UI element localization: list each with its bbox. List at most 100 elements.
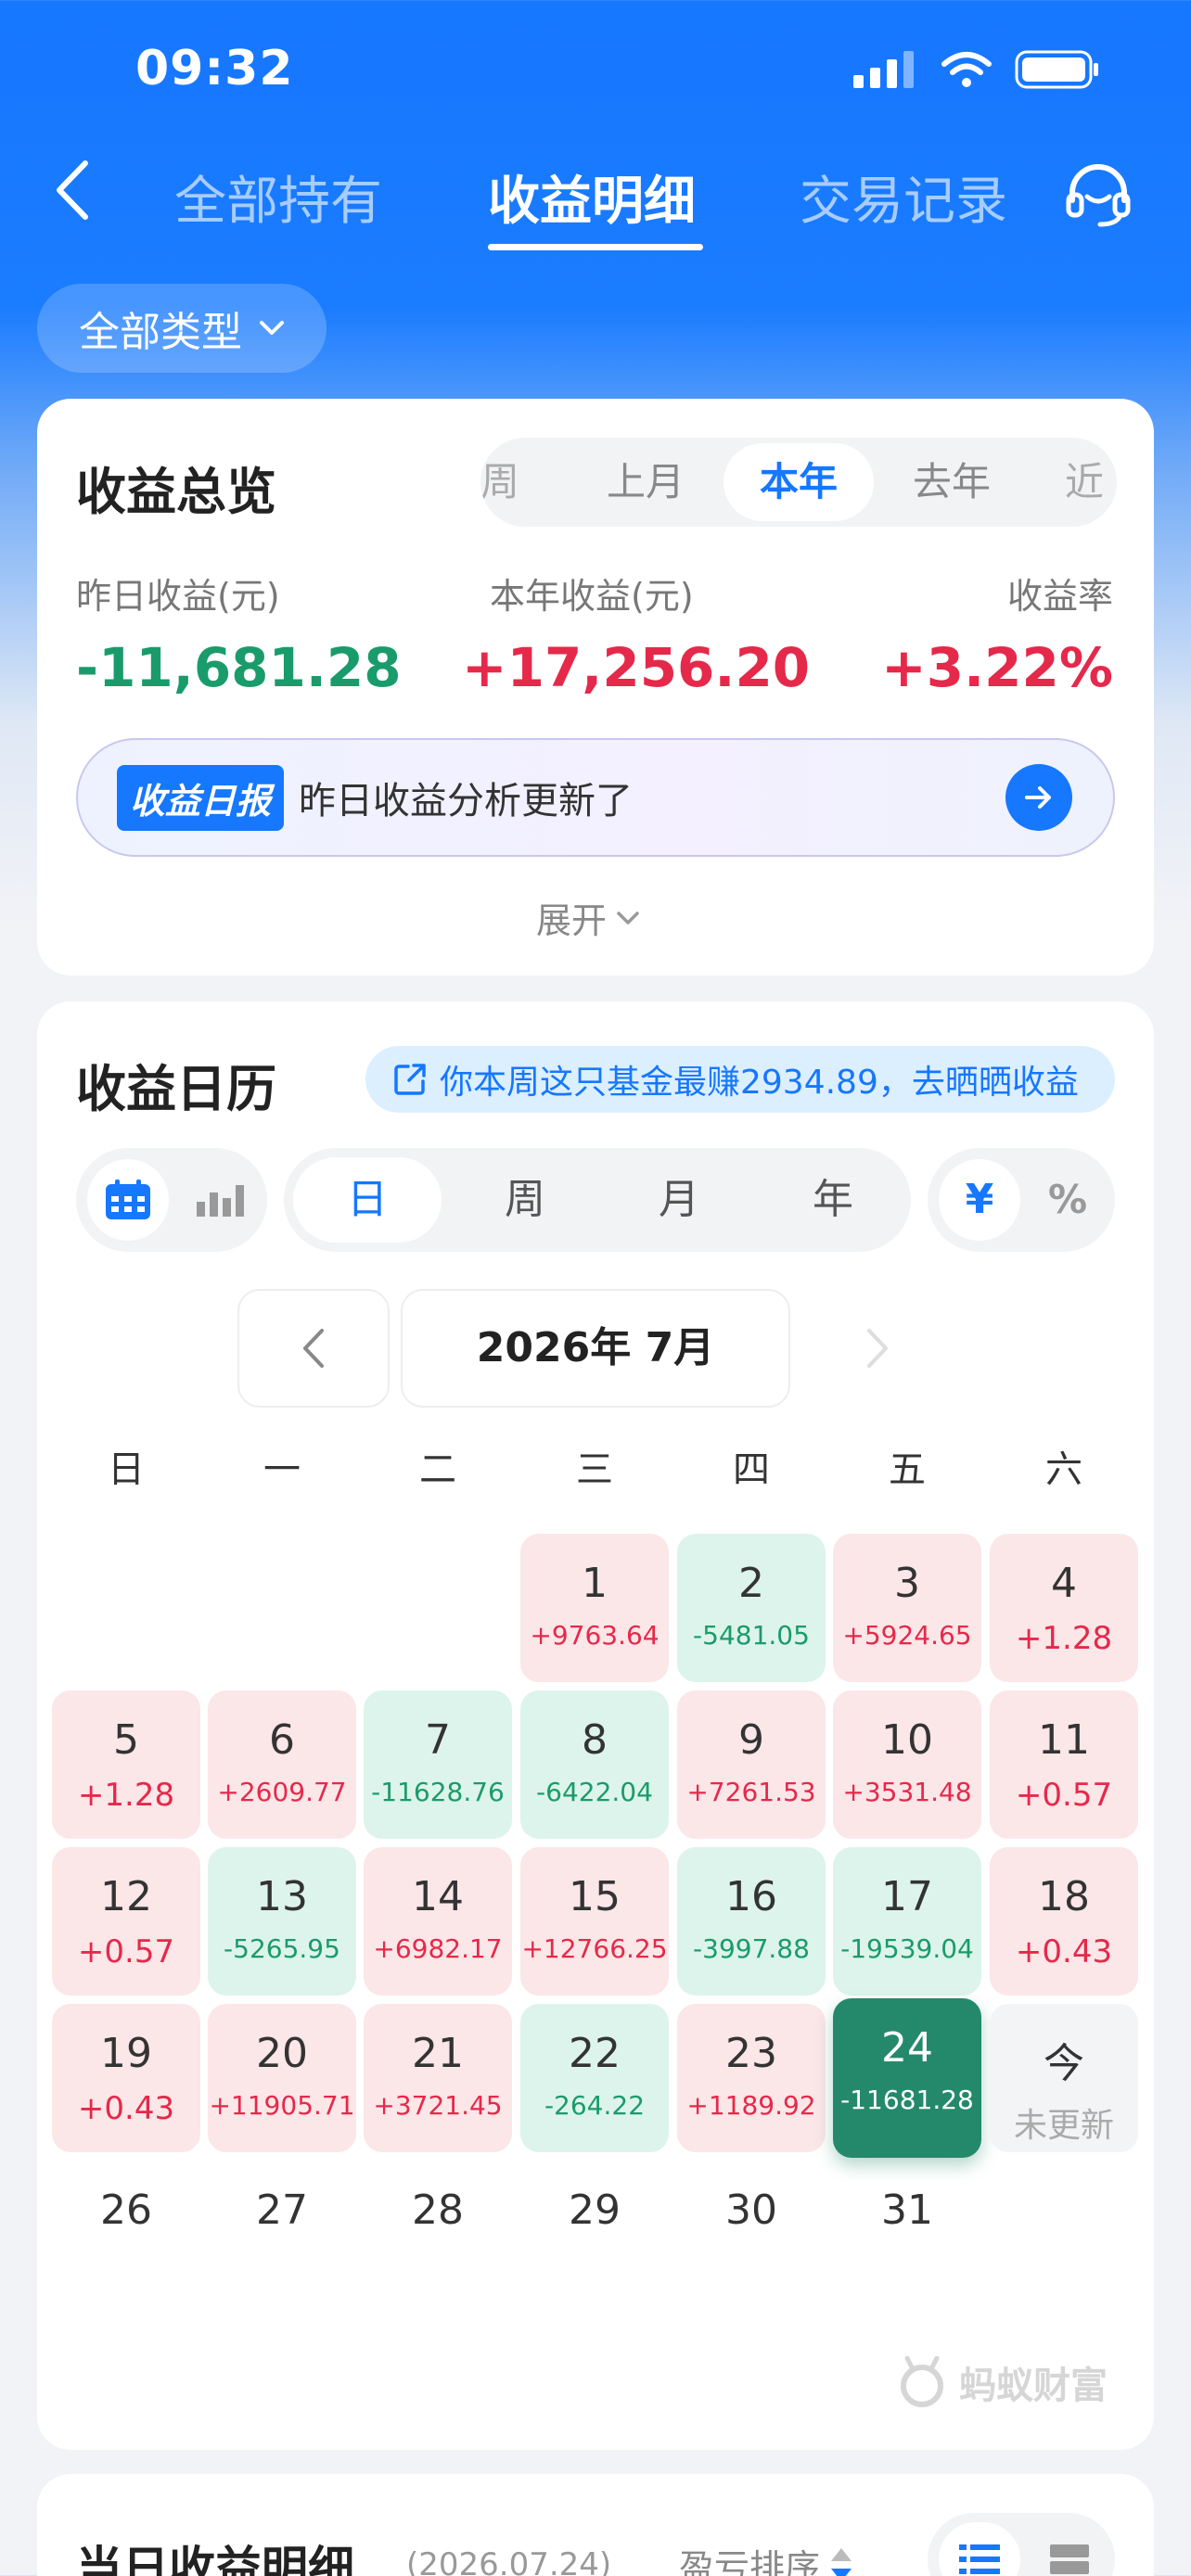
- calendar-day-number: 8: [582, 1716, 608, 1764]
- chart-view-button[interactable]: [187, 1159, 252, 1241]
- calendar-day-cell[interactable]: 5 +1.28: [52, 1690, 200, 1839]
- period-recent[interactable]: 近一: [1065, 438, 1117, 527]
- calendar-day-number: 31: [881, 2187, 933, 2234]
- calendar-day-number: 26: [100, 2187, 152, 2234]
- calendar-day-cell: 28: [364, 2161, 512, 2309]
- calendar-day-value: +1.28: [1015, 1620, 1113, 1657]
- unit-amount-button[interactable]: ¥: [939, 1159, 1020, 1241]
- calendar-day-cell[interactable]: 19 +0.43: [52, 2004, 200, 2152]
- calendar-day-value: +3531.48: [842, 1777, 972, 1807]
- calendar-day-cell[interactable]: 2 -5481.05: [677, 1534, 826, 1682]
- calendar-day-number: 1: [582, 1560, 608, 1607]
- daily-report-tag: 收益日报: [117, 764, 285, 831]
- calendar-day-number: 12: [100, 1873, 152, 1920]
- calendar-day-value: +0.57: [77, 1933, 175, 1970]
- calendar-day-cell[interactable]: 23 +1189.92: [677, 2004, 826, 2152]
- calendar-day-cell[interactable]: 4 +1.28: [990, 1534, 1138, 1682]
- calendar-day-cell[interactable]: 24 -11681.28: [833, 1998, 981, 2158]
- period-last-year[interactable]: 去年: [913, 438, 991, 527]
- overview-title: 收益总览: [76, 463, 276, 521]
- calendar-day-cell[interactable]: 8 -6422.04: [520, 1690, 669, 1839]
- period-week[interactable]: 周: [480, 438, 519, 527]
- granularity-year[interactable]: 年: [759, 1148, 907, 1252]
- sort-button[interactable]: 盈亏排序: [679, 2539, 855, 2576]
- calendar-day-cell[interactable]: 1 +9763.64: [520, 1534, 669, 1682]
- calendar-day-number: 7: [425, 1716, 451, 1764]
- chevron-down-icon: [617, 911, 639, 925]
- weekday-wed: 三: [576, 1448, 613, 1491]
- calendar-day-value: +9763.64: [530, 1620, 660, 1651]
- calendar-day-cell[interactable]: 11 +0.57: [990, 1690, 1138, 1839]
- calendar-day-cell[interactable]: 13 -5265.95: [208, 1847, 356, 1996]
- calendar-day-cell: 26: [52, 2161, 200, 2309]
- tab-transactions[interactable]: 交易记录: [800, 159, 1007, 235]
- profit-rate-value: +3.22%: [881, 636, 1113, 699]
- weekday-tue: 二: [419, 1448, 456, 1491]
- calendar-day-cell[interactable]: 14 +6982.17: [364, 1847, 512, 1996]
- calendar-view-button[interactable]: [87, 1159, 169, 1241]
- calendar-day-number: 20: [256, 2030, 308, 2077]
- calendar-day-cell[interactable]: 10 +3531.48: [833, 1690, 981, 1839]
- calendar-day-cell[interactable]: 16 -3997.88: [677, 1847, 826, 1996]
- headset-icon: [1066, 164, 1131, 227]
- calendar-day-cell[interactable]: 21 +3721.45: [364, 2004, 512, 2152]
- list-view-button[interactable]: [939, 2522, 1020, 2576]
- customer-service-button[interactable]: [1063, 159, 1133, 230]
- calendar-day-value: -5265.95: [224, 1933, 340, 1964]
- period-last-month[interactable]: 上月: [607, 438, 685, 527]
- back-button[interactable]: [50, 158, 96, 223]
- expand-button[interactable]: 展开: [536, 892, 640, 943]
- calendar-day-value: +1.28: [77, 1777, 175, 1814]
- chevron-left-icon: [303, 1329, 324, 1368]
- calendar-day-cell[interactable]: 17 -19539.04: [833, 1847, 981, 1996]
- calendar-day-number: 23: [725, 2030, 777, 2077]
- calendar-day-number: 今: [1044, 2040, 1084, 2087]
- card-view-button[interactable]: [1035, 2522, 1104, 2576]
- next-month-button[interactable]: [801, 1289, 954, 1408]
- prev-month-button[interactable]: [237, 1289, 390, 1408]
- calendar-day-value: +1189.92: [686, 2090, 816, 2121]
- calendar-day-value: +11905.71: [209, 2090, 355, 2121]
- granularity-day[interactable]: 日: [293, 1157, 442, 1243]
- calendar-day-number: 24: [881, 2024, 933, 2072]
- calendar-day-cell[interactable]: 今未更新: [990, 2004, 1138, 2152]
- weekday-fri: 五: [889, 1448, 926, 1491]
- arrow-right-icon[interactable]: [1005, 764, 1072, 831]
- tab-profit-detail[interactable]: 收益明细: [488, 159, 696, 235]
- calendar-day-cell[interactable]: 22 -264.22: [520, 2004, 669, 2152]
- calendar-day-cell[interactable]: 9 +7261.53: [677, 1690, 826, 1839]
- calendar-day-value: -264.22: [544, 2090, 646, 2121]
- signal-icon: [853, 51, 914, 88]
- calendar-day-cell[interactable]: 20 +11905.71: [208, 2004, 356, 2152]
- calendar-day-value: +2609.77: [217, 1777, 347, 1807]
- daily-report-banner[interactable]: 收益日报 昨日收益分析更新了: [76, 738, 1115, 857]
- calendar-day-number: 10: [881, 1716, 933, 1764]
- calendar-day-number: 2: [738, 1560, 764, 1607]
- period-this-year[interactable]: 本年: [724, 443, 874, 521]
- granularity-week[interactable]: 周: [451, 1148, 599, 1252]
- calendar-day-cell[interactable]: 3 +5924.65: [833, 1534, 981, 1682]
- ant-logo-icon: [901, 2356, 943, 2407]
- calendar-day-cell[interactable]: 18 +0.43: [990, 1847, 1138, 1996]
- calendar-day-value: 未更新: [1013, 2107, 1114, 2145]
- calendar-day-number: 5: [113, 1716, 139, 1764]
- calendar-day-value: -6422.04: [536, 1777, 653, 1807]
- daily-detail-date: (2026.07.24): [406, 2546, 612, 2576]
- calendar-day-cell: 30: [677, 2161, 826, 2309]
- calendar-day-number: 9: [738, 1716, 764, 1764]
- granularity-month[interactable]: 月: [605, 1148, 753, 1252]
- calendar-day-cell[interactable]: 15 +12766.25: [520, 1847, 669, 1996]
- calendar-day-cell[interactable]: 6 +2609.77: [208, 1690, 356, 1839]
- calendar-day-value: +0.43: [77, 2090, 175, 2127]
- calendar-day-cell[interactable]: 7 -11628.76: [364, 1690, 512, 1839]
- calendar-day-value: +0.57: [1015, 1777, 1113, 1814]
- calendar-day-cell[interactable]: 12 +0.57: [52, 1847, 200, 1996]
- expand-label: 展开: [536, 900, 608, 941]
- month-label[interactable]: 2026年 7月: [401, 1289, 790, 1408]
- tab-all-holdings[interactable]: 全部持有: [174, 159, 382, 235]
- share-icon: [394, 1064, 426, 1095]
- type-filter-dropdown[interactable]: 全部类型: [37, 284, 327, 373]
- calendar-icon: [106, 1180, 150, 1219]
- share-profit-pill[interactable]: 你本周这只基金最赚2934.89，去晒晒收益: [365, 1046, 1115, 1113]
- unit-percent-button[interactable]: %: [1031, 1159, 1104, 1241]
